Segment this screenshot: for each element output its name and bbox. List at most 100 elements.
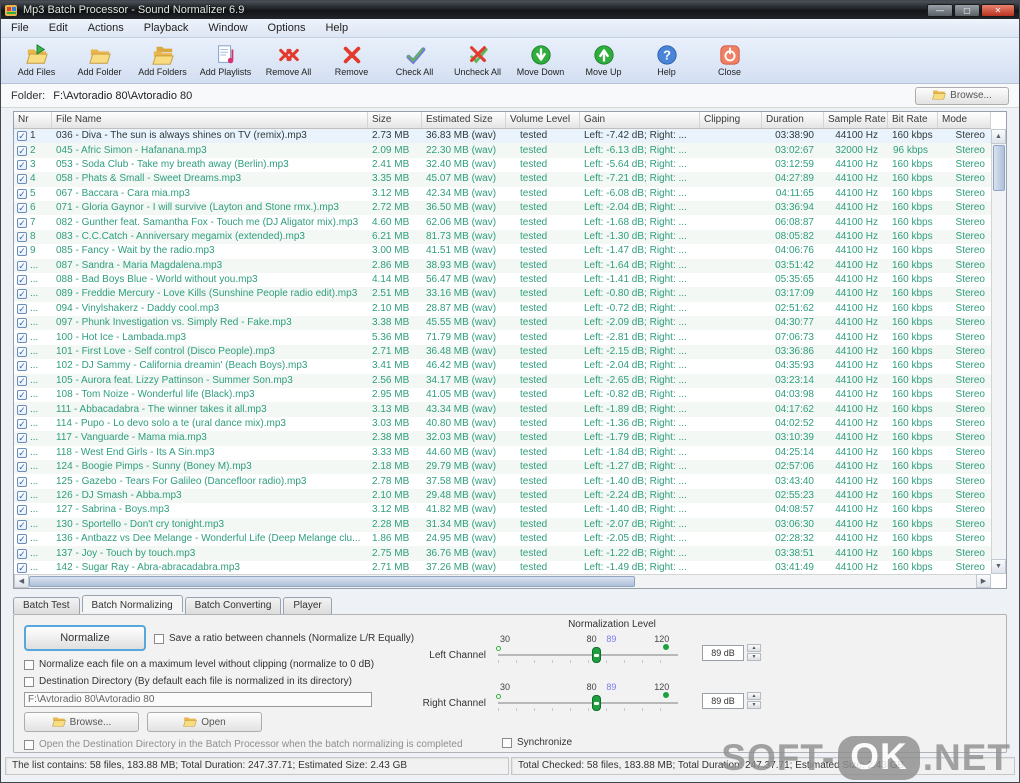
scroll-left-icon[interactable] (14, 574, 29, 588)
checkbox-icon[interactable] (24, 676, 34, 687)
table-row[interactable]: ... 125 - Gazebo - Tears For Galileo (Da… (14, 474, 991, 489)
row-checkbox[interactable] (17, 231, 27, 242)
slider-track[interactable] (496, 692, 678, 711)
row-checkbox[interactable] (17, 519, 27, 530)
spinner-up-icon[interactable] (747, 692, 761, 700)
column-header[interactable]: Sample Rate (824, 112, 888, 128)
toolbar-button[interactable]: Add Files (5, 40, 68, 82)
row-checkbox[interactable] (17, 289, 27, 300)
table-row[interactable]: 9 085 - Fancy - Wait by the radio.mp3 3.… (14, 244, 991, 259)
synchronize-checkbox[interactable]: Synchronize (502, 737, 572, 748)
column-header[interactable]: Duration (762, 112, 824, 128)
row-checkbox[interactable] (17, 505, 27, 516)
scroll-down-icon[interactable] (991, 559, 1006, 574)
column-header[interactable]: Clipping (700, 112, 762, 128)
scroll-right-icon[interactable] (976, 574, 991, 588)
menu-item[interactable]: Help (325, 22, 348, 34)
tab[interactable]: Player (283, 597, 332, 614)
column-header[interactable]: Size (368, 112, 422, 128)
browse-button-top[interactable]: Browse... (915, 86, 1009, 105)
table-row[interactable]: ... 108 - Tom Noize - Wonderful life (Bl… (14, 388, 991, 403)
table-row[interactable]: ... 130 - Sportello - Don't cry tonight.… (14, 517, 991, 532)
table-row[interactable]: ... 105 - Aurora feat. Lizzy Pattinson -… (14, 373, 991, 389)
column-header[interactable]: Nr (14, 112, 52, 128)
table-row[interactable]: ... 097 - Phunk Investigation vs. Simply… (14, 316, 991, 331)
table-row[interactable]: 5 067 - Baccara - Cara mia.mp3 3.12 MB 4… (14, 186, 991, 201)
spinner-up-icon[interactable] (747, 644, 761, 652)
table-row[interactable]: ... 127 - Sabrina - Boys.mp3 3.12 MB 41.… (14, 503, 991, 518)
table-row[interactable]: ... 102 - DJ Sammy - California dreamin'… (14, 359, 991, 374)
toolbar-button[interactable]: Remove All (257, 40, 320, 82)
normalize-button[interactable]: Normalize (24, 625, 146, 651)
open-button[interactable]: Open (147, 712, 262, 732)
toolbar-button[interactable]: Move Up (572, 40, 635, 82)
destination-directory-input[interactable] (24, 692, 372, 707)
level-slider[interactable]: 30 80 89 120 (496, 682, 678, 711)
row-checkbox[interactable] (17, 303, 27, 314)
level-value[interactable]: 89 dB (702, 692, 744, 709)
scroll-up-icon[interactable] (991, 129, 1006, 144)
column-header[interactable]: Gain (580, 112, 700, 128)
max-level-checkbox[interactable]: Normalize each file on a maximum level w… (24, 659, 374, 670)
slider-thumb[interactable] (591, 647, 601, 663)
menu-item[interactable]: Window (208, 22, 247, 34)
row-checkbox[interactable] (17, 433, 27, 444)
table-row[interactable]: 6 071 - Gloria Gaynor - I will survive (… (14, 200, 991, 216)
row-checkbox[interactable] (17, 548, 27, 559)
table-row[interactable]: 2 045 - Afric Simon - Hafanana.mp3 2.09 … (14, 143, 991, 158)
menu-item[interactable]: File (11, 22, 29, 34)
tab[interactable]: Batch Test (13, 597, 80, 614)
row-checkbox[interactable] (17, 246, 27, 257)
minimize-button[interactable]: — (927, 3, 953, 17)
row-checkbox[interactable] (17, 318, 27, 329)
close-window-button[interactable]: ✕ (981, 3, 1015, 17)
table-row[interactable]: ... 088 - Bad Boys Blue - World without … (14, 272, 991, 288)
toolbar-button[interactable]: Add Folders (131, 40, 194, 82)
row-checkbox[interactable] (17, 404, 27, 415)
table-row[interactable]: ... 089 - Freddie Mercury - Love Kills (… (14, 287, 991, 302)
spinner-down-icon[interactable] (747, 653, 761, 661)
destination-directory-checkbox[interactable]: Destination Directory (By default each f… (24, 676, 352, 687)
row-checkbox[interactable] (17, 159, 27, 170)
table-header[interactable]: Nr File Name Size Estimated Size Volume Leve… (14, 112, 991, 129)
tab[interactable]: Batch Normalizing (81, 595, 183, 612)
menu-item[interactable]: Actions (88, 22, 124, 34)
title-bar[interactable]: Mp3 Batch Processor - Sound Normalizer 6… (1, 1, 1019, 19)
menu-item[interactable]: Edit (49, 22, 68, 34)
row-checkbox[interactable] (17, 534, 27, 545)
row-checkbox[interactable] (17, 462, 27, 473)
table-row[interactable]: ... 087 - Sandra - Maria Magdalena.mp3 2… (14, 258, 991, 273)
table-row[interactable]: ... 100 - Hot Ice - Lambada.mp3 5.36 MB … (14, 330, 991, 345)
table-row[interactable]: ... 117 - Vanguarde - Mama mia.mp3 2.38 … (14, 431, 991, 446)
row-checkbox[interactable] (17, 188, 27, 199)
menu-item[interactable]: Playback (144, 22, 189, 34)
row-checkbox[interactable] (17, 145, 27, 156)
row-checkbox[interactable] (17, 490, 27, 501)
spinner-down-icon[interactable] (747, 701, 761, 709)
table-row[interactable]: ... 137 - Joy - Touch by touch.mp3 2.75 … (14, 546, 991, 561)
row-checkbox[interactable] (17, 174, 27, 185)
row-checkbox[interactable] (17, 275, 27, 286)
table-row[interactable]: ... 118 - West End Girls - Its A Sin.mp3… (14, 445, 991, 460)
toolbar-button[interactable]: Move Down (509, 40, 572, 82)
column-header[interactable]: Estimated Size (422, 112, 506, 128)
row-checkbox[interactable] (17, 562, 27, 573)
checkbox-icon[interactable] (24, 739, 34, 750)
level-slider[interactable]: 30 80 89 120 (496, 634, 678, 663)
vertical-scroll-thumb[interactable] (993, 145, 1005, 191)
row-checkbox[interactable] (17, 332, 27, 343)
table-row[interactable]: 3 053 - Soda Club - Take my breath away … (14, 157, 991, 173)
horizontal-scroll-thumb[interactable] (29, 576, 635, 587)
table-row[interactable]: ... 114 - Pupo - Lo devo solo a te (ural… (14, 416, 991, 432)
toolbar-button[interactable]: Check All (383, 40, 446, 82)
table-row[interactable]: 7 082 - Gunther feat. Samantha Fox - Tou… (14, 215, 991, 230)
row-checkbox[interactable] (17, 390, 27, 401)
vertical-scrollbar[interactable] (991, 129, 1006, 574)
maximize-button[interactable]: ▢ (954, 3, 980, 17)
table-row[interactable]: ... 111 - Abbacadabra - The winner takes… (14, 402, 991, 417)
save-ratio-checkbox[interactable]: Save a ratio between channels (Normalize… (154, 633, 414, 644)
table-row[interactable]: ... 142 - Sugar Ray - Abra-abracadabra.m… (14, 560, 991, 574)
column-header[interactable]: Mode (938, 112, 991, 128)
tab[interactable]: Batch Converting (184, 597, 282, 614)
row-checkbox[interactable] (17, 447, 27, 458)
